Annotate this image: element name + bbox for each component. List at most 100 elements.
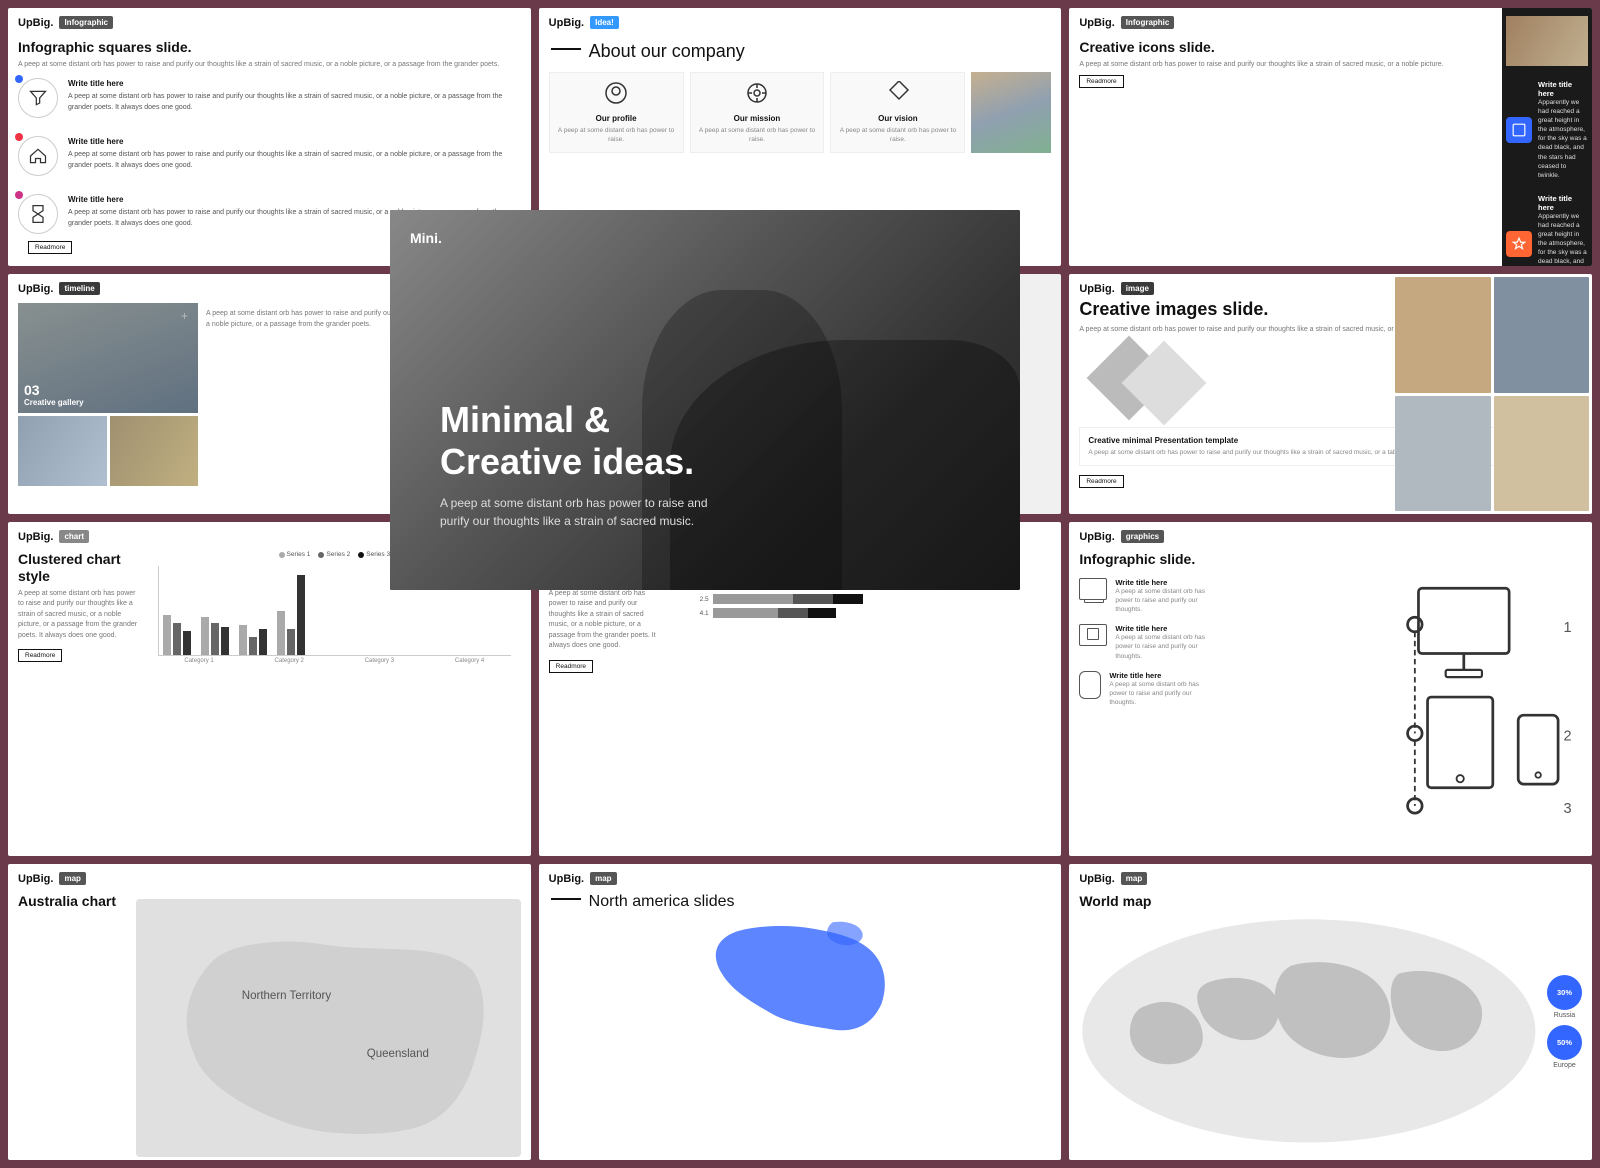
bar-2a — [201, 617, 209, 655]
clustered-title: Clustered chart style — [18, 551, 138, 585]
badge-australia: map — [59, 872, 85, 885]
icon-badge-2: Write title here Apparently we had reach… — [1506, 194, 1588, 266]
brand-northamerica: UpBig. — [549, 873, 584, 885]
card-vision-label: Our vision — [878, 114, 918, 123]
clustered-readmore[interactable]: Readmore — [18, 649, 62, 662]
creative-icons-readmore[interactable]: Readmore — [1079, 75, 1123, 88]
badge-chart: chart — [59, 530, 89, 543]
slide-body: A peep at some distant orb has power to … — [18, 60, 521, 71]
svg-text:Northern Territory: Northern Territory — [242, 991, 332, 1003]
na-sep — [551, 898, 581, 900]
svg-text:3: 3 — [1564, 801, 1572, 817]
circuit-diagram: 1 2 3 — [1219, 551, 1582, 843]
world-map-area — [1079, 916, 1539, 1151]
infographic-text-2: Write title hereA peep at some distant o… — [68, 136, 521, 171]
img-1 — [1395, 277, 1491, 393]
australia-title: Australia chart — [18, 893, 128, 910]
gallery-title-label: Creative gallery — [24, 398, 84, 407]
northamerica-title: North america slides — [581, 893, 735, 911]
infographic-r-items: Write title here A peep at some distant … — [1079, 578, 1209, 707]
badge-northamerica: map — [590, 872, 616, 885]
brand-australia: UpBig. — [18, 873, 53, 885]
infographic-r-title: Infographic slide. — [1079, 551, 1209, 568]
stacked-row-4: 4.1 — [679, 608, 1042, 618]
badge-images: image — [1121, 282, 1154, 295]
about-card-mission: Our mission A peep at some distant orb h… — [690, 72, 825, 153]
featured-slide[interactable]: Mini. Minimal & Creative ideas. A peep a… — [390, 210, 1020, 590]
about-cards: Our profile A peep at some distant orb h… — [539, 72, 1062, 163]
about-icon-mission — [745, 81, 769, 110]
mini-logo: Mini. — [410, 230, 442, 246]
pie-russia: 30% Russia — [1547, 975, 1582, 1019]
stacked-body: A peep at some distant orb has power to … — [549, 589, 659, 652]
stacked-readmore[interactable]: Readmore — [549, 660, 593, 673]
legend-3: Series 3 — [358, 551, 390, 558]
brand-icons: UpBig. — [1079, 17, 1114, 29]
brand-about: UpBig. — [549, 17, 584, 29]
infographic-row-1: Write title hereA peep at some distant o… — [18, 78, 521, 118]
icon-badge-1: Write title here Apparently we had reach… — [1506, 80, 1588, 180]
badge-infographic-r: graphics — [1121, 530, 1164, 543]
infographic-item-3: Write title here A peep at some distant … — [1079, 671, 1209, 707]
bar-4b — [287, 629, 295, 655]
pie-circles: 30% Russia 50% Europe — [1547, 893, 1582, 1151]
item1-text: A peep at some distant orb has power to … — [1115, 587, 1209, 614]
bar-4c — [297, 575, 305, 655]
featured-content: Minimal & Creative ideas. A peep at some… — [440, 399, 720, 530]
brand-chart: UpBig. — [18, 531, 53, 543]
slide-infographic-right[interactable]: UpBig. graphics Infographic slide. Write… — [1069, 522, 1592, 856]
x-labels: Category 1 Category 2 Category 3 Categor… — [158, 658, 511, 664]
item3-text: A peep at some distant orb has power to … — [1109, 680, 1209, 707]
icon-badge-circle-blue — [1506, 117, 1532, 143]
card-mission-label: Our mission — [734, 114, 781, 123]
bar-group-2 — [201, 617, 229, 655]
about-icon-profile — [604, 81, 628, 110]
legend-2: Series 2 — [318, 551, 350, 558]
icon-funnel — [18, 78, 58, 118]
about-card-vision: Our vision A peep at some distant orb ha… — [830, 72, 965, 153]
slide-title: Infographic squares slide. — [18, 39, 521, 56]
row1-title: Write title here — [68, 78, 521, 90]
image-grid-right — [1392, 274, 1592, 514]
badge-gallery: timeline — [59, 282, 99, 295]
pie-europe-label: Europe — [1553, 1062, 1576, 1069]
creative-images-readmore[interactable]: Readmore — [1079, 475, 1123, 488]
icon-home — [18, 136, 58, 176]
card-profile-label: Our profile — [596, 114, 637, 123]
slide-creative-images[interactable]: UpBig. image Creative images slide. A pe… — [1069, 274, 1592, 514]
icon-badge-circle-orange — [1506, 231, 1532, 257]
card-vision-text: A peep at some distant orb has power to … — [839, 126, 956, 144]
slide-world-map[interactable]: UpBig. map World map — [1069, 864, 1592, 1160]
slide-north-america[interactable]: UpBig. map North america slides — [539, 864, 1062, 1160]
about-title: About our company — [581, 41, 745, 62]
bar-group-3 — [239, 625, 267, 655]
seg-4c — [808, 608, 836, 618]
card-profile-text: A peep at some distant orb has power to … — [558, 126, 675, 144]
brand-label: UpBig. — [18, 17, 53, 29]
stacked-row-3: 2.5 — [679, 594, 1042, 604]
infographic-text-1: Write title hereA peep at some distant o… — [68, 78, 521, 113]
readmore-btn[interactable]: Readmore — [28, 241, 72, 254]
item1-title: Write title here — [1115, 578, 1209, 587]
bar-1c — [183, 631, 191, 655]
dot-red — [15, 133, 23, 141]
brand-images: UpBig. — [1079, 283, 1114, 295]
slide-creative-icons[interactable]: UpBig. Infographic Creative icons slide.… — [1069, 8, 1592, 266]
item2-text: A peep at some distant orb has power to … — [1115, 633, 1209, 660]
pie-europe-circle: 50% — [1547, 1025, 1582, 1060]
infographic-row-2: Write title hereA peep at some distant o… — [18, 136, 521, 176]
slide-australia[interactable]: UpBig. map Australia chart Northern Terr… — [8, 864, 531, 1160]
about-side-image — [971, 72, 1051, 153]
featured-subtitle: A peep at some distant orb has power to … — [440, 494, 720, 530]
creative-icons-body: A peep at some distant orb has power to … — [1079, 60, 1492, 71]
icon-badges-col: Write title here Apparently we had reach… — [1502, 8, 1592, 266]
badge-world: map — [1121, 872, 1147, 885]
img-4 — [1494, 396, 1590, 512]
dot-blue — [15, 75, 23, 83]
card-mission-text: A peep at some distant orb has power to … — [699, 126, 816, 144]
gallery-number: 03 — [24, 382, 84, 398]
svg-text:Queensland: Queensland — [367, 1048, 429, 1060]
bar-1a — [163, 615, 171, 655]
about-card-profile: Our profile A peep at some distant orb h… — [549, 72, 684, 153]
img-3 — [1395, 396, 1491, 512]
